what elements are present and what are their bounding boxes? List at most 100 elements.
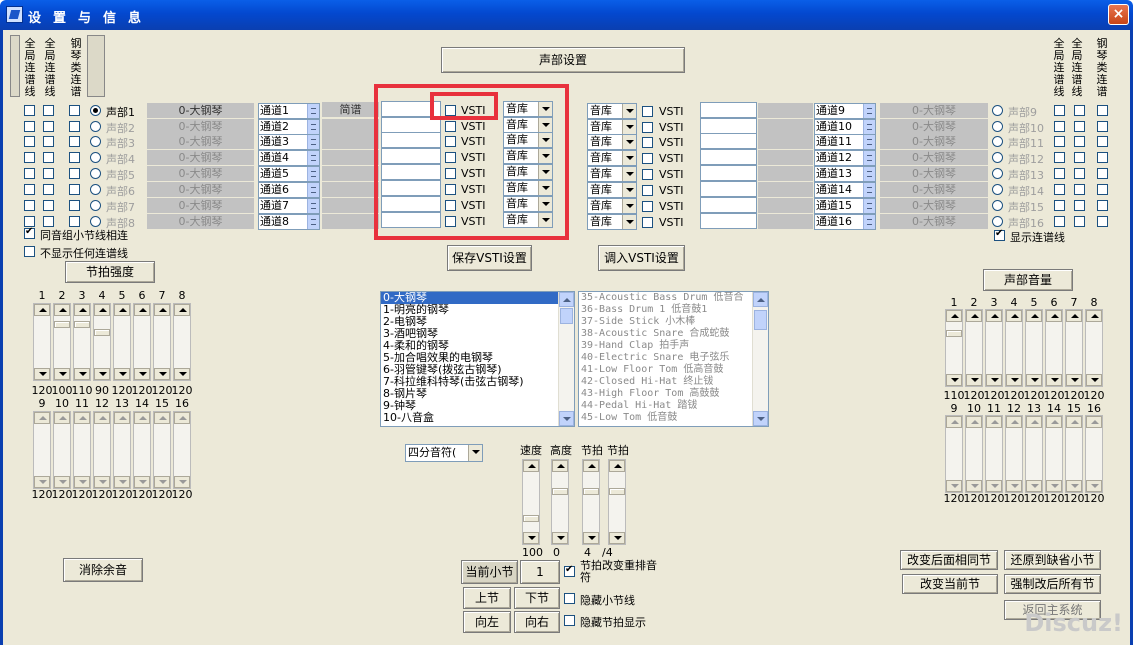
channel-spinner[interactable]: 通道12 — [814, 150, 876, 166]
drum-item[interactable]: 37-Side Stick 小木棒 — [579, 316, 768, 328]
tempo-slider[interactable] — [522, 459, 540, 545]
vsti-checkbox[interactable] — [642, 169, 653, 180]
vsti-name-input[interactable] — [700, 181, 757, 197]
slider-down-arrow-icon[interactable] — [1026, 374, 1042, 386]
global-link-checkbox[interactable] — [24, 200, 35, 211]
channel-spinner[interactable]: 通道8 — [258, 214, 320, 230]
slider-up-arrow-icon[interactable] — [114, 412, 130, 424]
instrument-field[interactable]: 0-大钢琴 — [880, 103, 988, 118]
global-link-checkbox[interactable] — [24, 121, 35, 132]
global-link2-checkbox[interactable] — [1074, 168, 1085, 179]
slider-down-arrow-icon[interactable] — [1006, 480, 1022, 492]
slider-down-arrow-icon[interactable] — [583, 532, 599, 544]
slider-up-arrow-icon[interactable] — [1046, 416, 1062, 428]
slider-down-arrow-icon[interactable] — [1006, 374, 1022, 386]
strength-slider[interactable] — [1065, 415, 1083, 493]
slider-down-arrow-icon[interactable] — [154, 476, 170, 488]
instrument-field[interactable]: 0-大钢琴 — [147, 166, 254, 181]
slider-up-arrow-icon[interactable] — [946, 416, 962, 428]
strength-slider[interactable] — [945, 309, 963, 387]
global-link2-checkbox[interactable] — [43, 168, 54, 179]
vsti-checkbox[interactable] — [642, 106, 653, 117]
strength-slider[interactable] — [1025, 415, 1043, 493]
strength-slider[interactable] — [1045, 309, 1063, 387]
global-link-checkbox[interactable] — [1054, 136, 1065, 147]
piano-link-checkbox[interactable] — [1097, 216, 1108, 227]
strength-slider[interactable] — [985, 415, 1003, 493]
slider-up-arrow-icon[interactable] — [1006, 310, 1022, 322]
vsti-name-input[interactable] — [700, 213, 757, 229]
part-radio[interactable] — [992, 216, 1003, 227]
drum-item[interactable]: 43-High Floor Tom 高鼓鼓 — [579, 388, 768, 400]
spinner-arrows[interactable] — [307, 167, 319, 181]
global-link-checkbox[interactable] — [1054, 200, 1065, 211]
spinner-arrows[interactable] — [307, 104, 319, 118]
slider-down-arrow-icon[interactable] — [552, 532, 568, 544]
change-current-button[interactable]: 改变当前节 — [902, 574, 998, 594]
instrument-list[interactable]: 0-大钢琴 1-明亮的钢琴 2-电钢琴 3-酒吧钢琴 4-柔和的钢琴 5-加合唱效果的电钢… — [380, 291, 575, 427]
sound-lib-select[interactable]: 音库 — [587, 166, 637, 182]
drum-list[interactable]: 35-Acoustic Bass Drum 低音合 36-Bass Drum 1 … — [578, 291, 769, 427]
slider-up-arrow-icon[interactable] — [94, 304, 110, 316]
slider-down-arrow-icon[interactable] — [946, 480, 962, 492]
instrument-field[interactable]: 0-大钢琴 — [147, 150, 254, 165]
slider-knob[interactable] — [583, 488, 599, 495]
channel-spinner[interactable]: 通道6 — [258, 182, 320, 198]
global-link2-checkbox[interactable] — [1074, 152, 1085, 163]
slider-down-arrow-icon[interactable] — [174, 368, 190, 380]
slider-down-arrow-icon[interactable] — [1046, 480, 1062, 492]
hide-all-links-checkbox[interactable] — [24, 246, 35, 257]
global-link2-checkbox[interactable] — [1074, 121, 1085, 132]
slider-down-arrow-icon[interactable] — [1026, 480, 1042, 492]
slider-down-arrow-icon[interactable] — [1086, 480, 1102, 492]
part-radio[interactable] — [992, 200, 1003, 211]
slider-up-arrow-icon[interactable] — [174, 412, 190, 424]
slider-up-arrow-icon[interactable] — [966, 416, 982, 428]
piano-link-checkbox[interactable] — [69, 184, 80, 195]
part-radio[interactable] — [90, 121, 101, 132]
channel-spinner[interactable]: 通道9 — [814, 103, 876, 119]
strength-slider[interactable] — [945, 415, 963, 493]
channel-spinner[interactable]: 通道4 — [258, 150, 320, 166]
show-links-checkbox[interactable] — [994, 228, 1005, 241]
drum-item[interactable]: 42-Closed Hi-Hat 终止钹 — [579, 376, 768, 388]
strength-slider[interactable] — [173, 411, 191, 489]
slider-up-arrow-icon[interactable] — [34, 412, 50, 424]
strength-slider[interactable] — [173, 303, 191, 381]
strength-slider[interactable] — [1085, 309, 1103, 387]
sound-lib-select[interactable]: 音库 — [587, 103, 637, 119]
slider-up-arrow-icon[interactable] — [609, 460, 625, 472]
piano-link-checkbox[interactable] — [1097, 105, 1108, 116]
part-radio[interactable] — [90, 105, 101, 116]
strength-slider[interactable] — [33, 411, 51, 489]
part-radio[interactable] — [90, 152, 101, 163]
global-link2-checkbox[interactable] — [43, 121, 54, 132]
spinner-arrows[interactable] — [863, 199, 875, 213]
strength-slider[interactable] — [93, 303, 111, 381]
channel-spinner[interactable]: 通道16 — [814, 214, 876, 230]
instrument-field[interactable]: 0-大钢琴 — [880, 182, 988, 197]
piano-link-checkbox[interactable] — [69, 136, 80, 147]
current-bar-button[interactable]: 当前小节 — [461, 560, 518, 584]
slider-knob[interactable] — [946, 330, 962, 337]
strength-slider[interactable] — [93, 411, 111, 489]
global-link-checkbox[interactable] — [1054, 184, 1065, 195]
global-link2-checkbox[interactable] — [1074, 200, 1085, 211]
move-right-button[interactable]: 向右 — [514, 611, 560, 633]
instrument-field[interactable]: 0-大钢琴 — [880, 198, 988, 213]
slider-up-arrow-icon[interactable] — [54, 412, 70, 424]
drum-item[interactable]: 40-Electric Snare 电子弦乐 — [579, 352, 768, 364]
channel-spinner[interactable]: 通道3 — [258, 134, 320, 150]
slider-up-arrow-icon[interactable] — [1046, 310, 1062, 322]
slider-down-arrow-icon[interactable] — [1066, 374, 1082, 386]
same-group-link-checkbox[interactable] — [24, 226, 35, 239]
rearrange-checkbox[interactable] — [564, 564, 575, 577]
load-vsti-button[interactable]: 调入VSTI设置 — [598, 245, 685, 271]
slider-up-arrow-icon[interactable] — [552, 460, 568, 472]
slider-up-arrow-icon[interactable] — [74, 304, 90, 316]
strength-slider[interactable] — [73, 411, 91, 489]
slider-up-arrow-icon[interactable] — [1066, 310, 1082, 322]
vsti-name-input[interactable] — [700, 102, 757, 118]
slider-down-arrow-icon[interactable] — [966, 374, 982, 386]
drum-item[interactable]: 38-Acoustic Snare 合成蛇鼓 — [579, 328, 768, 340]
